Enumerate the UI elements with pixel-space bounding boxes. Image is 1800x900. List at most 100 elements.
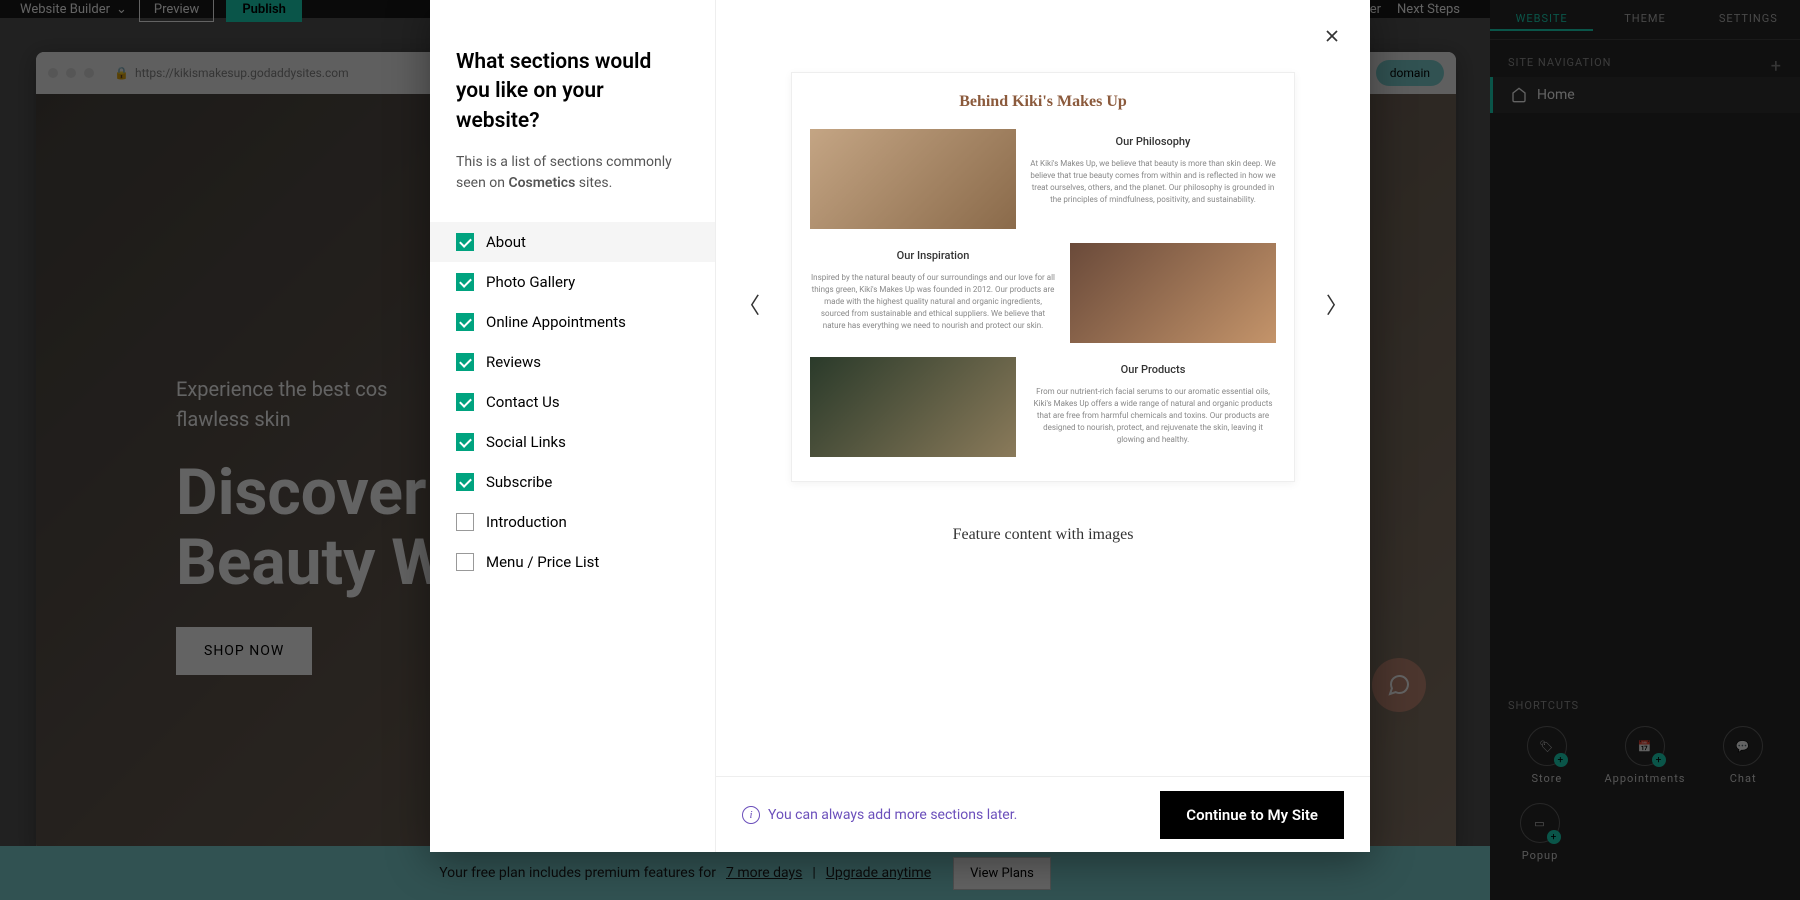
preview-block-heading: Our Products: [1030, 363, 1276, 376]
modal-footer: i You can always add more sections later…: [716, 776, 1370, 852]
upgrade-banner: Your free plan includes premium features…: [0, 846, 1490, 900]
nav-item-home[interactable]: Home: [1490, 77, 1800, 113]
checkbox[interactable]: [456, 393, 474, 411]
nav-item-label: Home: [1537, 87, 1575, 103]
checkbox[interactable]: [456, 553, 474, 571]
preview-block-body: Inspired by the natural beauty of our su…: [810, 272, 1056, 332]
window-dot: [84, 68, 94, 78]
domain-button[interactable]: domain: [1376, 60, 1444, 86]
calendar-icon: 📅: [1638, 740, 1653, 753]
modal-title: What sections would you like on your web…: [430, 48, 715, 136]
window-dot: [66, 68, 76, 78]
add-page-icon[interactable]: +: [1771, 56, 1782, 77]
chat-icon: [1387, 673, 1411, 697]
view-plans-button[interactable]: View Plans: [953, 857, 1051, 890]
shortcut-label: Popup: [1522, 849, 1559, 862]
preview-image: [810, 129, 1016, 229]
publish-button[interactable]: Publish: [226, 0, 302, 22]
preview-button[interactable]: Preview: [139, 0, 214, 22]
shortcut-store[interactable]: 🏷+Store: [1527, 726, 1567, 785]
section-option[interactable]: Reviews: [430, 342, 715, 382]
info-note: i You can always add more sections later…: [742, 806, 1017, 824]
section-option-label: Menu / Price List: [486, 553, 599, 571]
shortcut-chat[interactable]: 💬 Chat: [1723, 726, 1763, 785]
hero-tagline: Experience the best cosflawless skin: [176, 374, 447, 434]
banner-text: Your free plan includes premium features…: [439, 865, 716, 881]
checkbox[interactable]: [456, 433, 474, 451]
preview-image: [810, 357, 1016, 457]
section-option-label: About: [486, 233, 526, 251]
shortcuts-heading: SHORTCUTS: [1508, 699, 1782, 712]
section-option[interactable]: Introduction: [430, 502, 715, 542]
checkbox[interactable]: [456, 353, 474, 371]
preview-image: [1070, 243, 1276, 343]
next-arrow[interactable]: 〉: [1318, 280, 1356, 328]
preview-block-body: From our nutrient-rich facial serums to …: [1030, 386, 1276, 446]
section-preview-card: Behind Kiki's Makes Up Our Philosophy At …: [791, 72, 1295, 482]
section-option-label: Reviews: [486, 353, 541, 371]
checkbox[interactable]: [456, 513, 474, 531]
preview-block-heading: Our Philosophy: [1030, 135, 1276, 148]
shortcut-label: Appointments: [1605, 772, 1686, 785]
preview-title: Behind Kiki's Makes Up: [810, 93, 1276, 111]
right-panel: WEBSITE THEME SETTINGS SITE NAVIGATION +…: [1490, 0, 1800, 900]
section-option-label: Social Links: [486, 433, 566, 451]
product-name[interactable]: Website Builder ⌄: [20, 2, 127, 17]
url-bar: 🔒 https://kikismakesup.godaddysites.com: [114, 66, 349, 80]
section-option[interactable]: Contact Us: [430, 382, 715, 422]
section-option-label: Photo Gallery: [486, 273, 575, 291]
section-option-label: Contact Us: [486, 393, 560, 411]
checkbox[interactable]: [456, 313, 474, 331]
section-option[interactable]: Menu / Price List: [430, 542, 715, 582]
shortcut-label: Store: [1531, 772, 1562, 785]
sections-modal: What sections would you like on your web…: [430, 0, 1370, 852]
window-dot: [48, 68, 58, 78]
section-option[interactable]: Photo Gallery: [430, 262, 715, 302]
continue-button[interactable]: Continue to My Site: [1160, 791, 1344, 839]
chevron-right-icon: 〉: [1326, 294, 1348, 319]
checkbox[interactable]: [456, 233, 474, 251]
chevron-left-icon: 〈: [738, 294, 760, 319]
url-text: https://kikismakesup.godaddysites.com: [135, 66, 349, 80]
info-text: You can always add more sections later.: [768, 807, 1017, 823]
shortcut-popup[interactable]: ▭+Popup: [1520, 803, 1560, 862]
shortcut-appointments[interactable]: 📅+Appointments: [1605, 726, 1686, 785]
hero-title: DiscoverBeauty W: [176, 458, 447, 599]
info-icon: i: [742, 806, 760, 824]
checkbox[interactable]: [456, 473, 474, 491]
next-steps-link[interactable]: Next Steps: [1397, 2, 1460, 17]
checkbox[interactable]: [456, 273, 474, 291]
shop-now-button[interactable]: SHOP NOW: [176, 627, 312, 675]
modal-subtitle: This is a list of sections commonly seen…: [430, 152, 715, 194]
site-nav-heading: SITE NAVIGATION +: [1490, 40, 1800, 77]
section-option-label: Online Appointments: [486, 313, 626, 331]
store-icon: 🏷: [1539, 740, 1554, 753]
preview-block-heading: Our Inspiration: [810, 249, 1056, 262]
section-option[interactable]: Subscribe: [430, 462, 715, 502]
section-option-label: Subscribe: [486, 473, 552, 491]
prev-arrow[interactable]: 〈: [730, 280, 768, 328]
modal-preview-pane: 〈 〉 Behind Kiki's Makes Up Our Philosoph…: [716, 0, 1370, 852]
section-list: About Photo Gallery Online Appointments Rev…: [430, 222, 715, 582]
close-icon: [1322, 26, 1342, 46]
section-option[interactable]: Social Links: [430, 422, 715, 462]
popup-icon: ▭: [1534, 817, 1545, 830]
days-remaining-link[interactable]: 7 more days: [726, 865, 802, 881]
tab-theme[interactable]: THEME: [1593, 8, 1696, 31]
section-option[interactable]: About: [430, 222, 715, 262]
home-icon: [1511, 87, 1527, 103]
shortcut-label: Chat: [1730, 772, 1757, 785]
section-option-label: Introduction: [486, 513, 567, 531]
section-option[interactable]: Online Appointments: [430, 302, 715, 342]
preview-caption: Feature content with images: [953, 526, 1134, 544]
tab-settings[interactable]: SETTINGS: [1697, 8, 1800, 31]
lock-icon: 🔒: [114, 66, 129, 80]
preview-block-body: At Kiki's Makes Up, we believe that beau…: [1030, 158, 1276, 206]
chat-fab[interactable]: [1372, 658, 1426, 712]
upgrade-link[interactable]: Upgrade anytime: [826, 865, 931, 881]
chat-icon: 💬: [1736, 740, 1751, 753]
chevron-down-icon: ⌄: [116, 2, 127, 17]
close-button[interactable]: [1322, 24, 1342, 52]
modal-sidebar: What sections would you like on your web…: [430, 0, 716, 852]
tab-website[interactable]: WEBSITE: [1490, 8, 1593, 31]
